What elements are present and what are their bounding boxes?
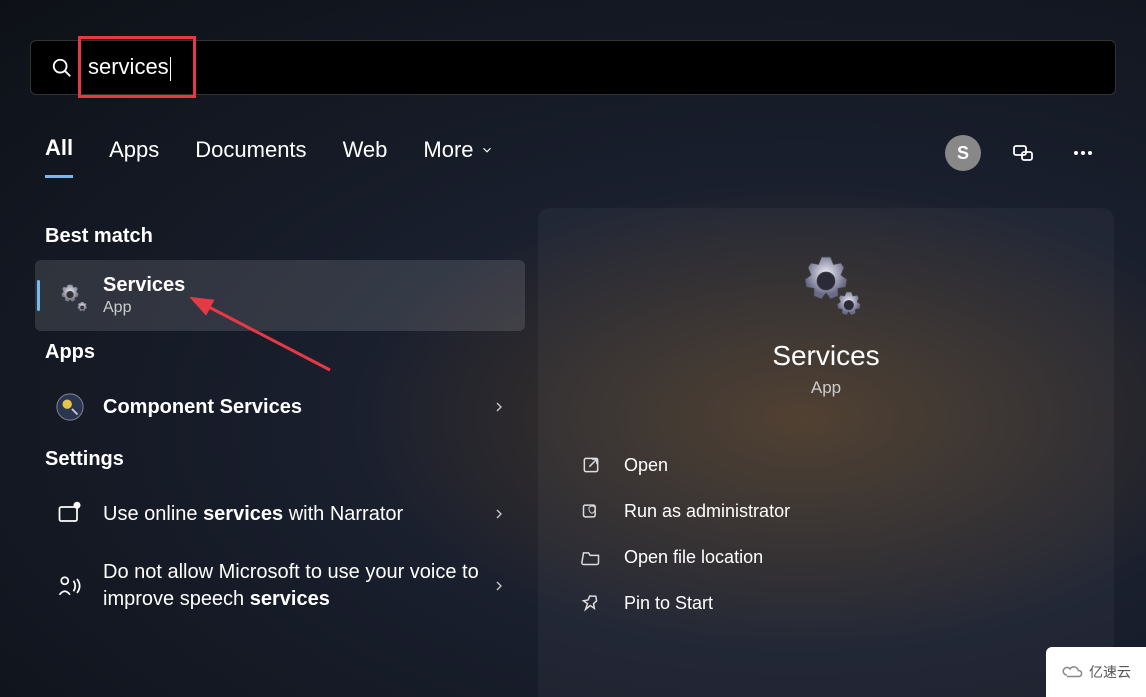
action-label: Run as administrator [624,501,790,522]
detail-subtitle: App [538,378,1114,398]
filter-tabs: All Apps Documents Web More [45,135,494,178]
result-title: Component Services [103,396,491,419]
chevron-right-icon [491,506,507,522]
result-title: Do not allow Microsoft to use your voice… [103,559,491,613]
section-apps: Apps [45,341,515,364]
action-pin-start[interactable]: Pin to Start [538,580,1114,626]
result-services[interactable]: Services App [35,260,525,331]
detail-app-icon [538,248,1114,320]
search-icon [51,57,73,79]
section-settings: Settings [45,448,515,471]
result-subtitle: App [103,299,507,317]
detail-title: Services [538,340,1114,372]
voice-icon [53,569,87,603]
result-title: Use online services with Narrator [103,503,491,526]
results-panel: Best match Services App Apps Component S… [35,215,525,627]
action-label: Open [624,455,668,476]
action-list: Open Run as administrator Open file loca… [538,442,1114,626]
tab-documents[interactable]: Documents [195,137,306,177]
section-best-match: Best match [45,225,515,248]
result-speech-services[interactable]: Do not allow Microsoft to use your voice… [35,545,525,627]
open-icon [580,454,602,476]
action-run-admin[interactable]: Run as administrator [538,488,1114,534]
component-services-icon [53,390,87,424]
chevron-down-icon [480,143,494,157]
action-open[interactable]: Open [538,442,1114,488]
result-narrator-services[interactable]: Use online services with Narrator [35,483,525,545]
more-options-icon[interactable] [1065,135,1101,171]
result-component-services[interactable]: Component Services [35,376,525,438]
result-title: Services [103,274,507,297]
detail-panel: Services App Open Run as administrator O… [538,208,1114,697]
avatar[interactable]: S [945,135,981,171]
action-open-location[interactable]: Open file location [538,534,1114,580]
action-label: Open file location [624,547,763,568]
admin-icon [580,500,602,522]
action-label: Pin to Start [624,593,713,614]
chat-icon[interactable] [1005,135,1041,171]
tab-all[interactable]: All [45,135,73,178]
gear-icon [53,279,87,313]
accessibility-icon [53,497,87,531]
tab-apps[interactable]: Apps [109,137,159,177]
chevron-right-icon [491,399,507,415]
search-bar[interactable]: services [30,40,1116,95]
search-input[interactable]: services [88,54,1095,80]
chevron-right-icon [491,578,507,594]
tab-more[interactable]: More [423,137,493,177]
watermark: 亿速云 [1046,647,1146,697]
pin-icon [580,592,602,614]
top-right-controls: S [945,135,1101,171]
folder-icon [580,546,602,568]
tab-web[interactable]: Web [343,137,388,177]
